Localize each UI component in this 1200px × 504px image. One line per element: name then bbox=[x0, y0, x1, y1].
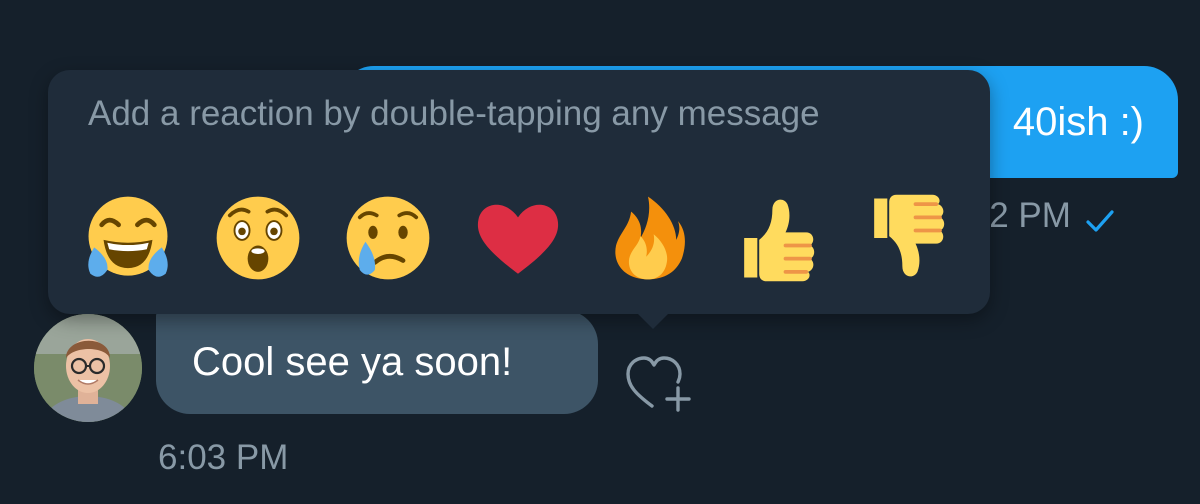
avatar[interactable] bbox=[34, 314, 142, 422]
outgoing-message-text: 40ish :) bbox=[1012, 100, 1144, 144]
incoming-message-time: 6:03 PM bbox=[158, 438, 289, 477]
heart-icon[interactable] bbox=[468, 188, 568, 288]
check-icon bbox=[1085, 203, 1115, 232]
add-reaction-button[interactable] bbox=[622, 350, 694, 412]
popup-caret bbox=[636, 312, 670, 329]
dm-conversation: 40ish :) :02 PM Add a reaction by double… bbox=[0, 0, 1200, 504]
incoming-message-bubble[interactable]: Cool see ya soon! bbox=[156, 310, 598, 414]
reaction-options bbox=[78, 188, 968, 288]
fire-icon[interactable] bbox=[598, 188, 698, 288]
reaction-picker-popup: Add a reaction by double-tapping any mes… bbox=[48, 70, 990, 314]
thumbs-down-icon[interactable] bbox=[858, 188, 958, 288]
crying-icon[interactable] bbox=[338, 188, 438, 288]
thumbs-up-icon[interactable] bbox=[728, 188, 828, 288]
surprised-icon[interactable] bbox=[208, 188, 308, 288]
tears-of-joy-icon[interactable] bbox=[78, 188, 178, 288]
heart-plus-icon bbox=[622, 356, 694, 416]
incoming-message-text: Cool see ya soon! bbox=[192, 340, 513, 384]
reaction-hint-text: Add a reaction by double-tapping any mes… bbox=[88, 94, 820, 133]
